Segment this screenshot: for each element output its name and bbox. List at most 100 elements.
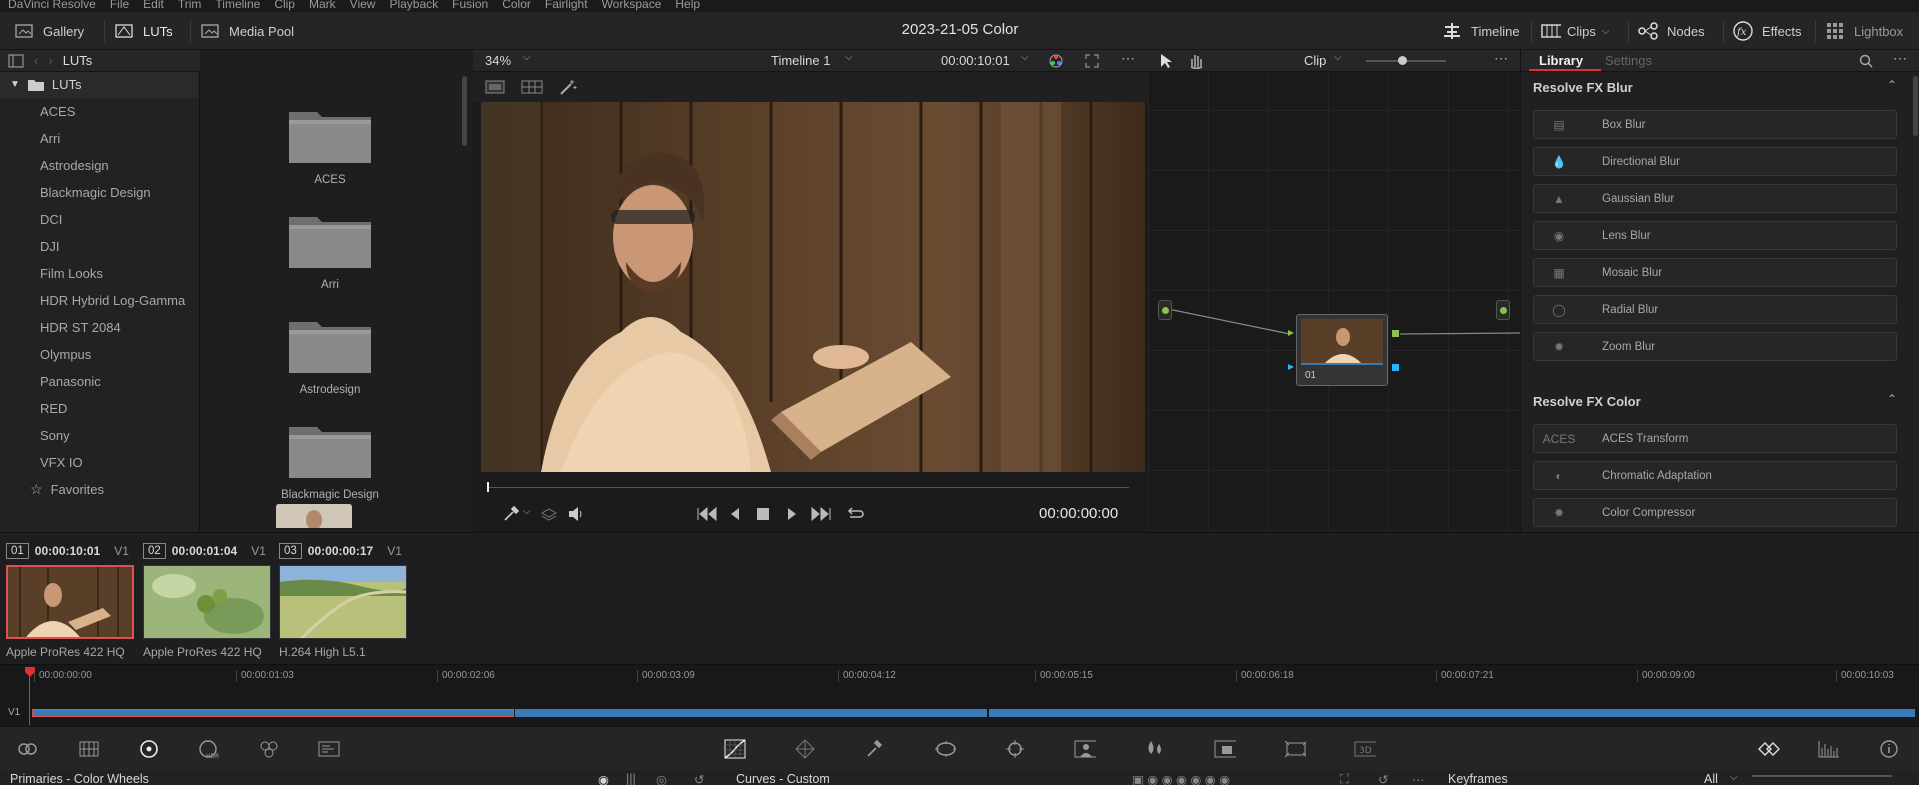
fx-item[interactable]: ◉ Lens Blur bbox=[1533, 221, 1897, 250]
menu-playback[interactable]: Playback bbox=[389, 0, 438, 10]
fx-item[interactable]: ▤ Box Blur bbox=[1533, 110, 1897, 139]
more-options-icon[interactable]: ⋯ bbox=[1412, 772, 1425, 785]
menu-mark[interactable]: Mark bbox=[309, 0, 336, 10]
layers-icon[interactable] bbox=[541, 506, 557, 522]
menu-workspace[interactable]: Workspace bbox=[602, 0, 662, 10]
menu-view[interactable]: View bbox=[350, 0, 376, 10]
lut-folder[interactable]: Blackmagic Design bbox=[270, 421, 390, 501]
lut-root-folder[interactable]: ▼ LUTs bbox=[0, 72, 199, 98]
speaker-icon[interactable] bbox=[567, 506, 585, 522]
search-icon[interactable] bbox=[1859, 54, 1873, 68]
lut-item[interactable]: HDR Hybrid Log-Gamma bbox=[0, 287, 199, 314]
chevron-down-icon[interactable]: ⌵ bbox=[845, 52, 853, 63]
chevron-down-icon[interactable]: ⌵ bbox=[1730, 772, 1738, 783]
split-view-icon[interactable] bbox=[521, 80, 543, 94]
lut-folder[interactable]: Astrodesign bbox=[270, 316, 390, 396]
menu-trim[interactable]: Trim bbox=[178, 0, 202, 10]
magic-mask-icon[interactable] bbox=[1074, 739, 1096, 759]
forward-icon[interactable]: › bbox=[48, 53, 52, 68]
magic-wand-icon[interactable] bbox=[559, 79, 577, 95]
keyframe-zoom-slider[interactable] bbox=[1752, 775, 1892, 777]
motion-effects-icon[interactable] bbox=[318, 739, 340, 759]
chevron-down-icon[interactable]: ⌵ bbox=[523, 52, 531, 63]
tab-settings[interactable]: Settings bbox=[1605, 53, 1652, 68]
corrector-node[interactable]: 01 bbox=[1296, 314, 1388, 386]
jump-to-end-icon[interactable] bbox=[811, 507, 831, 521]
lut-item[interactable]: RED bbox=[0, 395, 199, 422]
blur-icon[interactable] bbox=[1144, 739, 1166, 759]
clip-01[interactable]: 01 00:00:10:01 V1 Apple ProRes 422 HQ bbox=[6, 541, 134, 659]
lightbox-button[interactable]: Lightbox bbox=[1825, 12, 1903, 50]
menu-clip[interactable]: Clip bbox=[274, 0, 295, 10]
lut-folder[interactable]: Arri bbox=[270, 211, 390, 291]
favorites-item[interactable]: ☆ Favorites bbox=[0, 476, 199, 503]
lut-item[interactable]: ACES bbox=[0, 98, 199, 125]
loop-icon[interactable] bbox=[845, 506, 865, 522]
hdr-wheels-icon[interactable]: HDR bbox=[198, 739, 220, 759]
output-node-connector[interactable] bbox=[1496, 300, 1510, 320]
keyframes-filter[interactable]: All bbox=[1704, 772, 1718, 785]
play-icon[interactable] bbox=[786, 507, 798, 521]
menu-fairlight[interactable]: Fairlight bbox=[545, 0, 588, 10]
lut-item[interactable]: Sony bbox=[0, 422, 199, 449]
lut-folder[interactable]: ACES bbox=[270, 106, 390, 186]
sizing-icon[interactable] bbox=[1284, 739, 1306, 759]
gallery-button[interactable]: Gallery bbox=[14, 12, 84, 50]
fx-item[interactable]: ▲ Gaussian Blur bbox=[1533, 184, 1897, 213]
rgb-mixer-icon[interactable] bbox=[258, 739, 280, 759]
timeline-name[interactable]: Timeline 1 bbox=[771, 53, 830, 68]
color-picker-icon[interactable] bbox=[1048, 53, 1064, 69]
fx-item[interactable]: ACES ACES Transform bbox=[1533, 424, 1897, 453]
timeline-clip-03[interactable] bbox=[989, 709, 1915, 717]
fullscreen-icon[interactable]: ⛶ bbox=[1340, 772, 1349, 785]
lut-item[interactable]: Blackmagic Design bbox=[0, 179, 199, 206]
key-icon[interactable] bbox=[1214, 739, 1236, 759]
menu-timeline[interactable]: Timeline bbox=[215, 0, 260, 10]
back-icon[interactable]: ‹ bbox=[34, 53, 38, 68]
menu-app[interactable]: DaVinci Resolve bbox=[8, 0, 96, 10]
sidebar-toggle-icon[interactable] bbox=[8, 54, 24, 68]
lut-item[interactable]: Panasonic bbox=[0, 368, 199, 395]
jump-to-start-icon[interactable] bbox=[697, 507, 717, 521]
zoom-level[interactable]: 34% bbox=[485, 53, 511, 68]
log-icon[interactable]: ◎ bbox=[656, 772, 667, 785]
color-match-icon[interactable] bbox=[78, 739, 100, 759]
timeline-clip-02[interactable] bbox=[515, 709, 987, 717]
collapse-icon[interactable]: ⌃ bbox=[1887, 392, 1897, 406]
fx-item[interactable]: ✹ Color Compressor bbox=[1533, 498, 1897, 527]
grid-scrollbar[interactable] bbox=[462, 76, 467, 146]
lut-item[interactable]: DCI bbox=[0, 206, 199, 233]
more-options-icon[interactable]: ⋯ bbox=[1121, 50, 1135, 67]
scrub-bar[interactable] bbox=[487, 482, 1129, 492]
single-view-icon[interactable] bbox=[485, 80, 505, 94]
reset-icon[interactable]: ↺ bbox=[1378, 772, 1388, 785]
bars-icon[interactable]: ||| bbox=[626, 772, 636, 785]
clip-03[interactable]: 03 00:00:00:17 V1 H.264 High L5.1 bbox=[279, 541, 407, 659]
clip-02[interactable]: 02 00:00:01:04 V1 Apple ProRes 422 HQ bbox=[143, 541, 271, 659]
lut-item[interactable]: HDR ST 2084 bbox=[0, 314, 199, 341]
fx-item[interactable]: ✹ Zoom Blur bbox=[1533, 332, 1897, 361]
fullscreen-icon[interactable] bbox=[1085, 54, 1099, 68]
gallery-stills-icon[interactable] bbox=[1758, 739, 1780, 759]
input-node-connector[interactable] bbox=[1158, 300, 1172, 320]
lut-item[interactable]: DJI bbox=[0, 233, 199, 260]
collapse-icon[interactable]: ⌃ bbox=[1887, 78, 1897, 92]
curves-icon[interactable] bbox=[724, 739, 746, 759]
lut-item[interactable]: Olympus bbox=[0, 341, 199, 368]
fx-item[interactable]: ◯ Radial Blur bbox=[1533, 295, 1897, 324]
chevron-down-icon[interactable]: ⌵ bbox=[523, 506, 531, 517]
fx-item[interactable]: ◐ Chromatic Adaptation bbox=[1533, 461, 1897, 490]
step-back-icon[interactable] bbox=[729, 507, 741, 521]
window-icon[interactable] bbox=[934, 739, 956, 759]
more-options-icon[interactable]: ⋯ bbox=[1893, 50, 1907, 67]
color-warper-icon[interactable] bbox=[794, 739, 816, 759]
clips-button[interactable]: Clips ⌵ bbox=[1541, 12, 1610, 50]
target-icon[interactable]: ◉ bbox=[598, 772, 609, 785]
lut-item[interactable]: Astrodesign bbox=[0, 152, 199, 179]
menu-edit[interactable]: Edit bbox=[143, 0, 164, 10]
lut-item[interactable]: Arri bbox=[0, 125, 199, 152]
stop-icon[interactable] bbox=[756, 507, 770, 521]
menu-color[interactable]: Color bbox=[502, 0, 531, 10]
fx-item[interactable]: ▦ Mosaic Blur bbox=[1533, 258, 1897, 287]
luts-button[interactable]: LUTs bbox=[114, 12, 173, 50]
